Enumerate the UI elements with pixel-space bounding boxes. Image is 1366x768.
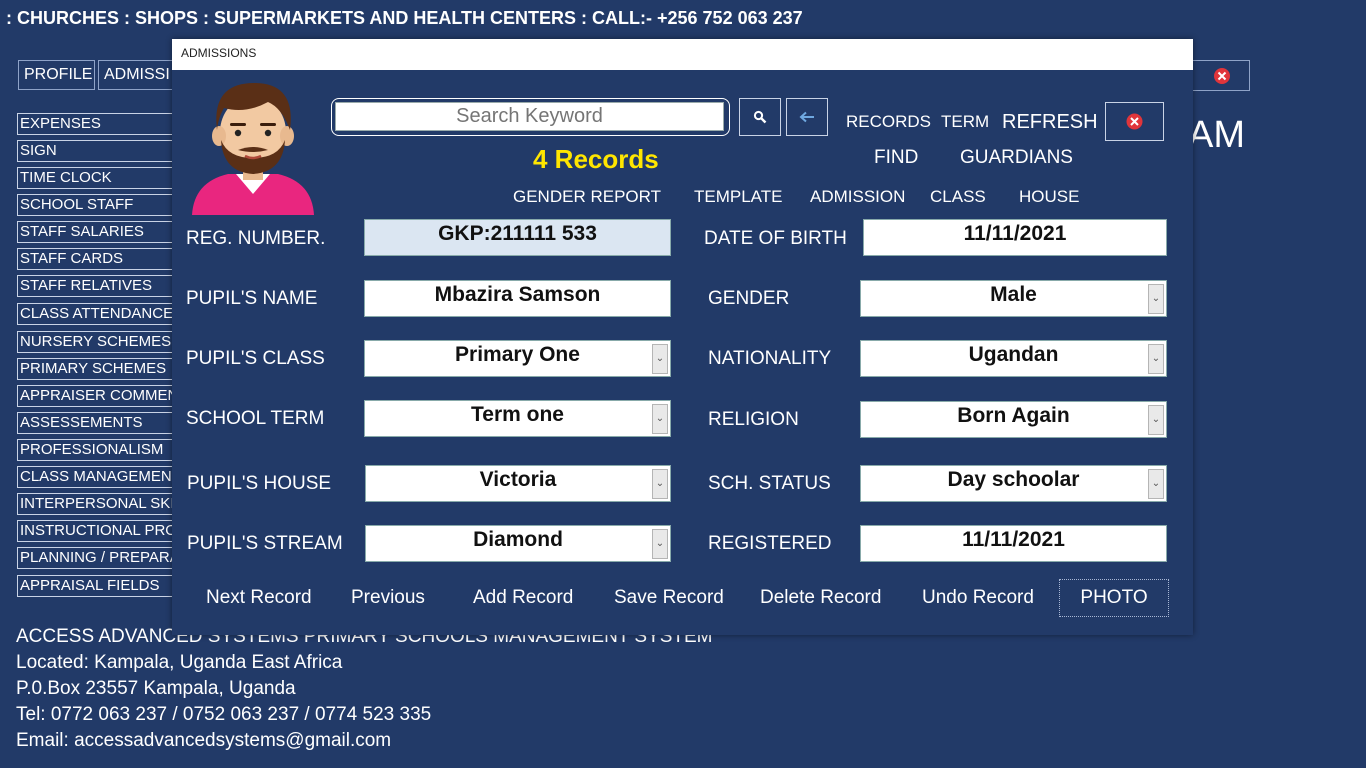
chevron-down-icon[interactable]: ⌄ [1148,284,1164,314]
sidebar-item-expenses[interactable]: EXPENSES [17,113,187,135]
photo-button[interactable]: PHOTO [1059,579,1169,617]
close-icon [1214,68,1230,84]
sidebar-item-class-attendance[interactable]: CLASS ATTENDANCE [17,303,187,325]
sidebar-item-professionalism[interactable]: PROFESSIONALISM [17,439,187,461]
registered-field[interactable]: 11/11/2021 [860,525,1167,562]
footer-email: Email: accessadvancedsystems@gmail.com [16,730,392,751]
date-of-birth-label: DATE OF BIRTH [704,228,847,249]
date-of-birth-field[interactable]: 11/11/2021 [863,219,1167,256]
profile-button[interactable]: PROFILE [18,60,95,90]
records-link[interactable]: RECORDS [846,112,931,132]
guardians-link[interactable]: GUARDIANS [960,147,1073,169]
background-close-button[interactable] [1192,60,1250,91]
religion-label: RELIGION [708,409,799,430]
previous-button[interactable]: Previous [351,587,425,609]
footer-phone: Tel: 0772 063 237 / 0752 063 237 / 0774 … [16,704,432,725]
chevron-down-icon[interactable]: ⌄ [652,344,668,374]
chevron-down-icon[interactable]: ⌄ [1148,344,1164,374]
background-heading: AM [1188,114,1245,156]
chevron-down-icon[interactable]: ⌄ [652,404,668,434]
religion-value: Born Again [957,404,1070,427]
reg-number-field[interactable]: GKP:211111 533 [364,219,671,256]
marquee-banner: : CHURCHES : SHOPS : SUPERMARKETS AND HE… [6,8,803,28]
school-term-select[interactable]: Term one ⌄ [364,400,671,437]
sch-status-value: Day schoolar [947,468,1080,491]
records-count: 4 Records [533,144,659,174]
back-button[interactable] [786,98,828,136]
sidebar-item-school-staff[interactable]: SCHOOL STAFF [17,194,187,216]
term-link[interactable]: TERM [941,112,989,132]
sidebar-item-sign[interactable]: SIGN [17,140,187,162]
add-record-button[interactable]: Add Record [473,587,573,609]
pupil-stream-select[interactable]: Diamond ⌄ [365,525,671,562]
pupil-house-value: Victoria [479,468,557,491]
gender-report-link[interactable]: GENDER REPORT [513,187,661,207]
search-input[interactable] [335,102,724,131]
sidebar-item-staff-cards[interactable]: STAFF CARDS [17,248,187,270]
gender-value: Male [990,283,1037,306]
sidebar-item-instructional-proc[interactable]: INSTRUCTIONAL PROC [17,520,187,542]
religion-select[interactable]: Born Again ⌄ [860,401,1167,438]
dialog-close-button[interactable] [1105,102,1164,141]
admissions-button[interactable]: ADMISSI [98,60,178,90]
pupil-house-label: PUPIL'S HOUSE [187,473,332,494]
pupil-name-label: PUPIL'S NAME [186,288,318,309]
pupil-class-label: PUPIL'S CLASS [186,348,325,369]
close-icon [1126,113,1143,130]
sidebar-item-class-management[interactable]: CLASS MANAGEMENT [17,466,187,488]
sidebar-item-time-clock[interactable]: TIME CLOCK [17,167,187,189]
chevron-down-icon[interactable]: ⌄ [1148,405,1164,435]
sidebar-item-appraiser-comment[interactable]: APPRAISER COMMENT [17,385,187,407]
search-icon [753,110,767,124]
pupil-stream-label: PUPIL'S STREAM [187,533,343,554]
school-term-value: Term one [471,403,564,426]
sidebar-item-primary-schemes[interactable]: PRIMARY SCHEMES [17,358,187,380]
sch-status-label: SCH. STATUS [708,473,831,494]
footer-pobox: P.0.Box 23557 Kampala, Uganda [16,678,296,699]
footer-location: Located: Kampala, Uganda East Africa [16,652,343,673]
sidebar-item-nursery-schemes[interactable]: NURSERY SCHEMES [17,331,187,353]
sidebar-item-interpersonal-skill[interactable]: INTERPERSONAL SKILL [17,493,187,515]
chevron-down-icon[interactable]: ⌄ [652,469,668,499]
chevron-down-icon[interactable]: ⌄ [1148,469,1164,499]
search-box [331,98,730,136]
avatar [190,78,316,215]
house-link[interactable]: HOUSE [1019,187,1079,207]
next-record-button[interactable]: Next Record [206,587,312,609]
pupil-class-select[interactable]: Primary One ⌄ [364,340,671,377]
school-term-label: SCHOOL TERM [186,408,325,429]
sidebar-item-staff-salaries[interactable]: STAFF SALARIES [17,221,187,243]
sidebar-item-staff-relatives[interactable]: STAFF RELATIVES [17,275,187,297]
pupil-house-select[interactable]: Victoria ⌄ [365,465,671,502]
chevron-down-icon[interactable]: ⌄ [652,529,668,559]
back-arrow-icon [799,111,814,123]
pupil-stream-value: Diamond [473,528,563,551]
refresh-link[interactable]: REFRESH [1002,111,1098,134]
search-button[interactable] [739,98,781,136]
avatar-icon [192,82,314,215]
template-link[interactable]: TEMPLATE [694,187,782,207]
undo-record-button[interactable]: Undo Record [922,587,1034,609]
admission-link[interactable]: ADMISSION [810,187,905,207]
gender-select[interactable]: Male ⌄ [860,280,1167,317]
save-record-button[interactable]: Save Record [614,587,724,609]
admissions-dialog: ADMISSIONS RECORDS TERM REFRESH [172,39,1193,635]
find-link[interactable]: FIND [874,147,918,169]
pupil-name-field[interactable]: Mbazira Samson [364,280,671,317]
pupil-class-value: Primary One [455,343,580,366]
registered-label: REGISTERED [708,533,832,554]
nationality-select[interactable]: Ugandan ⌄ [860,340,1167,377]
sch-status-select[interactable]: Day schoolar ⌄ [860,465,1167,502]
class-link[interactable]: CLASS [930,187,986,207]
gender-label: GENDER [708,288,790,309]
sidebar-item-appraisal-fields[interactable]: APPRAISAL FIELDS [17,575,187,597]
reg-number-label: REG. NUMBER. [186,228,326,249]
delete-record-button[interactable]: Delete Record [760,587,881,609]
sidebar-item-planning-preparat[interactable]: PLANNING / PREPARAT [17,547,187,569]
nationality-label: NATIONALITY [708,348,832,369]
sidebar-item-assessements[interactable]: ASSESSEMENTS [17,412,187,434]
dialog-title-bar: ADMISSIONS [172,39,1193,70]
nationality-value: Ugandan [968,343,1059,366]
